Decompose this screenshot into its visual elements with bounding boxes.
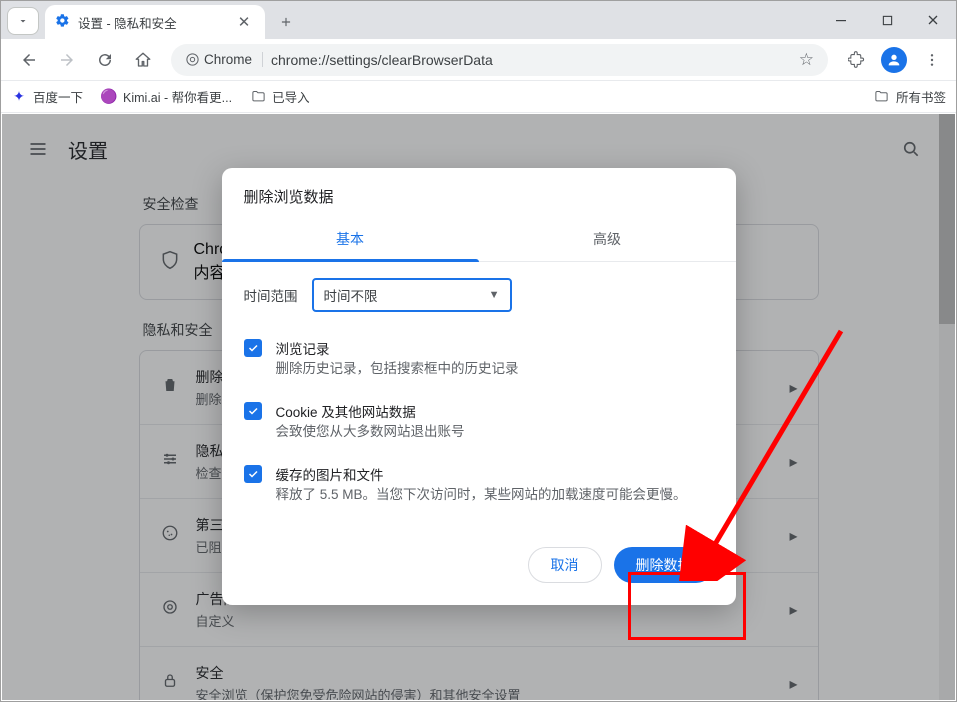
browser-tab[interactable]: 设置 - 隐私和安全 ✕ <box>45 5 265 39</box>
browser-toolbar: Chrome chrome://settings/clearBrowserDat… <box>1 39 956 81</box>
url-text: chrome://settings/clearBrowserData <box>271 52 791 68</box>
bookmark-baidu[interactable]: ✦百度一下 <box>11 87 83 106</box>
reload-button[interactable] <box>89 44 121 76</box>
bookmark-star-icon[interactable]: ☆ <box>799 50 814 70</box>
dialog-tabs: 基本 高级 <box>222 219 736 262</box>
close-window-button[interactable] <box>910 1 956 39</box>
time-range-label: 时间范围 <box>244 285 298 305</box>
address-bar[interactable]: Chrome chrome://settings/clearBrowserDat… <box>171 44 828 76</box>
menu-button[interactable] <box>916 44 948 76</box>
clear-browsing-data-dialog: 删除浏览数据 基本 高级 时间范围 时间不限 ▼ 浏览记录删除历史记录，包括搜索… <box>222 168 736 605</box>
back-button[interactable] <box>13 44 45 76</box>
option-cache[interactable]: 缓存的图片和文件释放了 5.5 MB。当您下次访问时，某些网站的加载速度可能会更… <box>244 456 714 519</box>
gear-icon <box>55 13 70 31</box>
tab-title: 设置 - 隐私和安全 <box>78 13 227 32</box>
all-bookmarks-button[interactable]: 所有书签 <box>874 87 946 106</box>
option-cookies[interactable]: Cookie 及其他网站数据会致使您从大多数网站退出账号 <box>244 393 714 456</box>
checkbox-checked-icon[interactable] <box>244 339 262 357</box>
profile-button[interactable] <box>878 44 910 76</box>
tab-search-button[interactable] <box>7 7 39 35</box>
cancel-button[interactable]: 取消 <box>528 547 602 583</box>
avatar-icon: 🟣 <box>101 89 117 105</box>
bookmarks-bar: ✦百度一下 🟣Kimi.ai - 帮你看更... 已导入 所有书签 <box>1 81 956 113</box>
home-button[interactable] <box>127 44 159 76</box>
forward-button[interactable] <box>51 44 83 76</box>
site-chip: Chrome <box>185 52 263 67</box>
option-browsing-history[interactable]: 浏览记录删除历史记录，包括搜索框中的历史记录 <box>244 330 714 393</box>
checkbox-checked-icon[interactable] <box>244 465 262 483</box>
bookmark-kimi[interactable]: 🟣Kimi.ai - 帮你看更... <box>101 87 232 106</box>
maximize-button[interactable] <box>864 1 910 39</box>
tab-basic[interactable]: 基本 <box>222 219 479 261</box>
bookmark-folder-imported[interactable]: 已导入 <box>250 87 310 106</box>
checkbox-checked-icon[interactable] <box>244 402 262 420</box>
folder-icon <box>874 89 890 105</box>
window-controls <box>818 1 956 39</box>
dialog-title: 删除浏览数据 <box>222 168 736 219</box>
minimize-button[interactable] <box>818 1 864 39</box>
extensions-button[interactable] <box>840 44 872 76</box>
clear-data-button[interactable]: 删除数据 <box>614 547 714 583</box>
time-range-select[interactable]: 时间不限 ▼ <box>312 278 512 312</box>
tab-advanced[interactable]: 高级 <box>479 219 736 261</box>
chevron-down-icon: ▼ <box>489 289 500 301</box>
title-bar: 设置 - 隐私和安全 ✕ <box>1 1 956 39</box>
paw-icon: ✦ <box>11 89 27 105</box>
close-icon[interactable]: ✕ <box>235 13 253 31</box>
folder-icon <box>250 89 266 105</box>
new-tab-button[interactable] <box>271 7 301 37</box>
